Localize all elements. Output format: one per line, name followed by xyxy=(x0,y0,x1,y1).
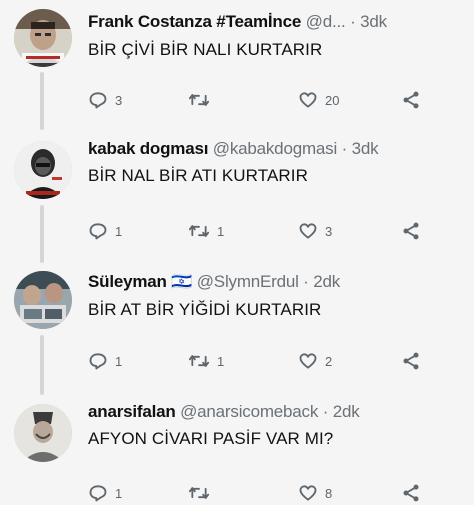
reply-button[interactable]: 1 xyxy=(88,481,122,505)
like-button[interactable]: 8 xyxy=(298,481,332,505)
reply-count: 1 xyxy=(115,223,123,239)
action-bar: 1 1 2 xyxy=(88,349,428,373)
like-icon xyxy=(299,223,317,239)
timestamp[interactable]: 3dk xyxy=(352,139,379,158)
reply-button[interactable]: 1 xyxy=(88,219,122,243)
like-button[interactable]: 20 xyxy=(298,88,339,112)
fez-man-avatar xyxy=(14,404,72,462)
author-handle[interactable]: @anarsicomeback xyxy=(180,402,318,421)
tweet-text: BİR AT BİR YİĞİDİ KURTARIR xyxy=(88,300,322,319)
reply-icon xyxy=(89,485,107,502)
reply-count: 1 xyxy=(115,485,123,501)
share-icon xyxy=(403,222,419,240)
like-count: 3 xyxy=(325,223,333,239)
share-button[interactable] xyxy=(400,481,422,505)
like-icon xyxy=(299,485,317,501)
reply-icon xyxy=(89,353,107,370)
share-icon xyxy=(403,91,419,109)
author-handle[interactable]: @kabakdogmasi xyxy=(213,139,337,158)
separator: · xyxy=(322,402,329,421)
tweet[interactable]: Süleyman 🇮🇱 @SlymnErdul · 2dk BİR AT BİR… xyxy=(0,263,474,395)
separator: · xyxy=(303,272,309,291)
bald-man-avatar xyxy=(14,141,72,199)
avatar[interactable] xyxy=(14,141,72,199)
timestamp[interactable]: 2dk xyxy=(333,402,360,421)
retweet-button[interactable]: 1 xyxy=(188,349,224,373)
timestamp[interactable]: 2dk xyxy=(313,272,340,291)
man-portrait-avatar xyxy=(14,9,72,67)
flag-icon: 🇮🇱 xyxy=(171,272,193,291)
retweet-button[interactable] xyxy=(188,88,217,112)
author-handle[interactable]: @d... xyxy=(306,12,346,31)
reply-icon xyxy=(89,92,107,109)
tweet-header: anarsifalan @anarsicomeback · 2dk xyxy=(88,402,360,422)
retweet-button[interactable]: 1 xyxy=(188,219,224,243)
like-count: 8 xyxy=(325,485,333,501)
separator: · xyxy=(350,12,356,31)
like-button[interactable]: 2 xyxy=(298,349,332,373)
reply-count: 1 xyxy=(115,353,123,369)
tweet-header: Frank Costanza #Teamİnce @d... · 3dk xyxy=(88,12,387,32)
author-handle[interactable]: @SlymnErdul xyxy=(197,272,299,291)
retweet-icon xyxy=(188,94,210,106)
action-bar: 1 1 3 xyxy=(88,219,428,243)
separator: · xyxy=(341,139,348,158)
tweet[interactable]: Frank Costanza #Teamİnce @d... · 3dk BİR… xyxy=(0,0,474,130)
tweet-text: BİR ÇİVİ BİR NALI KURTARIR xyxy=(88,40,323,59)
action-bar: 3 20 xyxy=(88,88,428,112)
tweet-header: Süleyman 🇮🇱 @SlymnErdul · 2dk xyxy=(88,272,340,292)
reply-count: 3 xyxy=(115,92,123,108)
tweet[interactable]: anarsifalan @anarsicomeback · 2dk AFYON … xyxy=(0,395,474,502)
timestamp[interactable]: 3dk xyxy=(360,12,387,31)
avatar[interactable] xyxy=(14,271,72,329)
tv-collage-avatar xyxy=(14,271,72,329)
reply-button[interactable]: 3 xyxy=(88,88,122,112)
author-name[interactable]: anarsifalan xyxy=(88,402,176,421)
share-icon xyxy=(403,352,419,370)
retweet-icon xyxy=(188,487,210,499)
avatar[interactable] xyxy=(14,9,72,67)
retweet-icon xyxy=(188,225,210,237)
tweet-header: kabak dogması @kabakdogmasi · 3dk xyxy=(88,139,379,159)
like-button[interactable]: 3 xyxy=(298,219,332,243)
like-icon xyxy=(299,92,317,108)
author-name[interactable]: Frank Costanza #Teamİnce xyxy=(88,12,301,31)
author-name[interactable]: Süleyman xyxy=(88,272,167,291)
like-count: 20 xyxy=(325,92,340,108)
share-button[interactable] xyxy=(400,219,422,243)
share-icon xyxy=(403,484,419,502)
share-button[interactable] xyxy=(400,88,422,112)
tweet-text: BİR NAL BİR ATI KURTARIR xyxy=(88,166,308,185)
tweet-text: AFYON CİVARI PASİF VAR MI? xyxy=(88,429,334,448)
like-count: 2 xyxy=(325,353,333,369)
action-bar: 1 8 xyxy=(88,481,428,505)
avatar[interactable] xyxy=(14,404,72,462)
retweet-button[interactable] xyxy=(188,481,217,505)
retweet-icon xyxy=(188,355,210,367)
retweet-count: 1 xyxy=(217,353,225,369)
reply-icon xyxy=(89,223,107,240)
reply-button[interactable]: 1 xyxy=(88,349,122,373)
author-name[interactable]: kabak dogması xyxy=(88,139,208,158)
tweet[interactable]: kabak dogması @kabakdogmasi · 3dk BİR NA… xyxy=(0,130,474,263)
retweet-count: 1 xyxy=(217,223,225,239)
like-icon xyxy=(299,353,317,369)
share-button[interactable] xyxy=(400,349,422,373)
